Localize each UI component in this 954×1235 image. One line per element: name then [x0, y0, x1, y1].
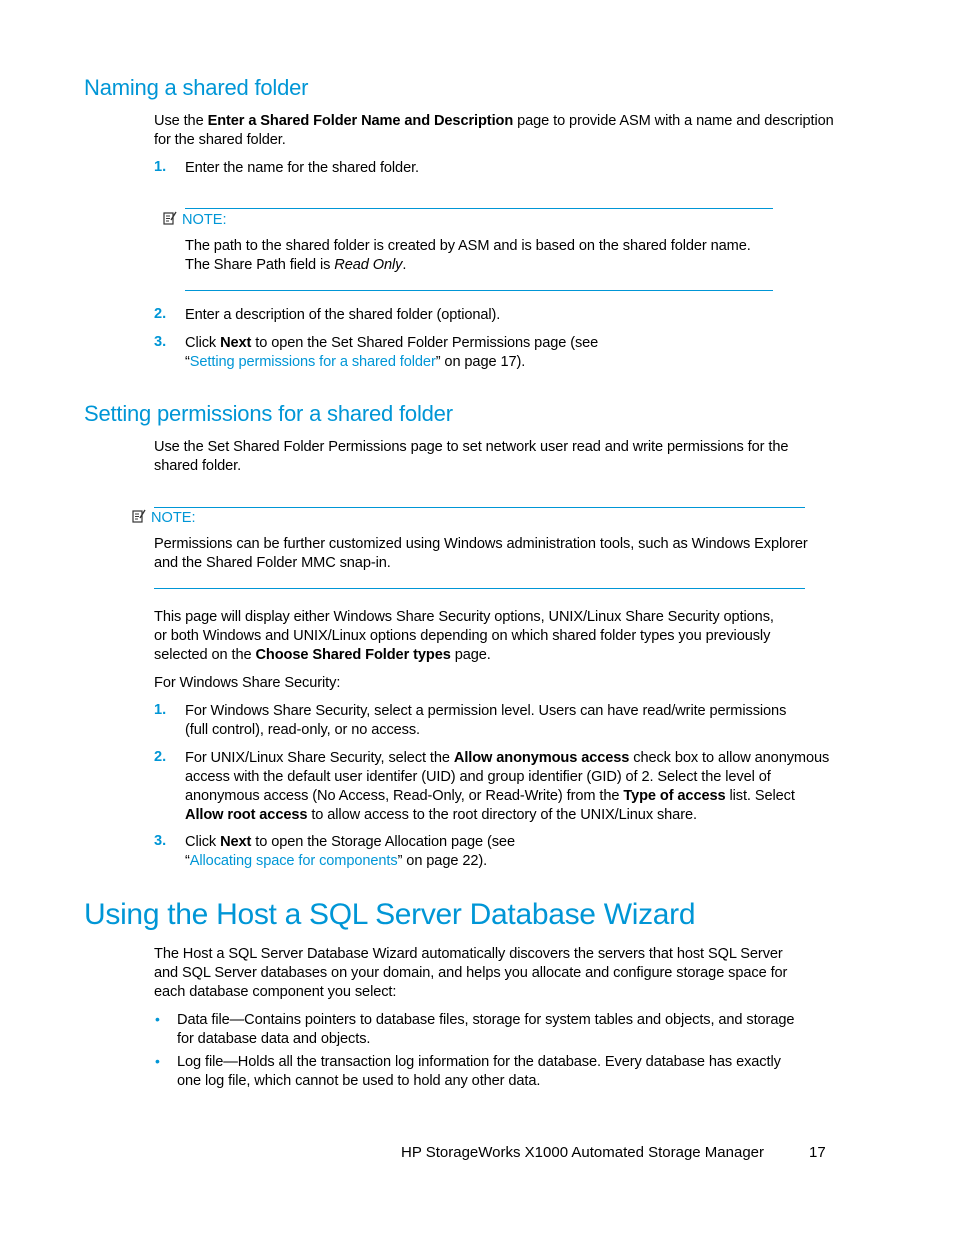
- text: for the shared folder.: [154, 132, 286, 148]
- note-bottom-rule: [154, 588, 805, 589]
- text: anonymous access (No Access, Read-Only, …: [185, 788, 624, 804]
- step-text: For Windows Share Security, select a per…: [185, 702, 845, 740]
- text: (full control), read-only, or no access.: [185, 722, 421, 738]
- text: and SQL Server databases on your domain,…: [154, 965, 788, 981]
- bullet-icon: •: [155, 1053, 160, 1069]
- text: shared folder.: [154, 458, 242, 474]
- text: and the Shared Folder MMC snap-in.: [154, 555, 391, 571]
- note-body: The path to the shared folder is created…: [185, 237, 785, 275]
- text: page to provide ASM with a name and desc…: [513, 113, 834, 129]
- footer-title: HP StorageWorks X1000 Automated Storage …: [401, 1144, 764, 1161]
- text: For UNIX/Linux Share Security, select th…: [185, 750, 454, 766]
- text: list. Select: [725, 788, 795, 804]
- step-number: 2.: [154, 306, 167, 322]
- text: Log file—Holds all the transaction log i…: [177, 1054, 781, 1070]
- ui-term: Allow anonymous access: [453, 750, 630, 766]
- text: The Host a SQL Server Database Wizard au…: [154, 946, 783, 962]
- text: to allow access to the root directory of…: [307, 807, 697, 823]
- step-number: 3.: [154, 833, 167, 849]
- step-number: 1.: [154, 159, 167, 175]
- note-top-rule: [154, 507, 805, 508]
- text: page.: [450, 647, 491, 663]
- text: for database data and objects.: [177, 1031, 371, 1047]
- ui-term: Type of access: [623, 788, 726, 804]
- bullet-text: Data file—Contains pointers to database …: [177, 1011, 847, 1049]
- link-allocating-space[interactable]: Allocating space for components: [190, 853, 398, 869]
- bullet-text: Log file—Holds all the transaction log i…: [177, 1053, 847, 1091]
- step-text: For UNIX/Linux Share Security, select th…: [185, 749, 845, 825]
- heading-naming-shared-folder: Naming a shared folder: [84, 75, 309, 100]
- note-bottom-rule: [185, 290, 773, 291]
- text: to open the Set Shared Folder Permission…: [251, 335, 599, 351]
- section3-intro: The Host a SQL Server Database Wizard au…: [154, 945, 854, 1002]
- for-windows-label: For Windows Share Security:: [154, 675, 341, 691]
- step-text: Click Next to open the Storage Allocatio…: [185, 833, 825, 871]
- text: to open the Storage Allocation page (see: [251, 834, 515, 850]
- text: Use the Set Shared Folder Permissions pa…: [154, 439, 789, 455]
- step-text: Click Next to open the Set Shared Folder…: [185, 334, 825, 372]
- note-top-rule: [185, 208, 773, 209]
- text: ” on page 17).: [435, 354, 526, 370]
- ui-term: Allow root access: [185, 807, 308, 823]
- text: .: [402, 257, 407, 273]
- note-pencil-icon: [132, 509, 146, 523]
- link-setting-permissions[interactable]: Setting permissions for a shared folder: [190, 354, 436, 370]
- ui-term: Next: [220, 834, 252, 850]
- ui-term: Enter a Shared Folder Name and Descripti…: [207, 113, 514, 129]
- section2-intro: Use the Set Shared Folder Permissions pa…: [154, 438, 854, 476]
- note-header: NOTE:: [163, 211, 227, 229]
- text: Click: [185, 834, 221, 850]
- ui-term: Read Only: [334, 257, 403, 273]
- text: each database component you select:: [154, 984, 397, 1000]
- text: For Windows Share Security, select a per…: [185, 703, 787, 719]
- text: or both Windows and UNIX/Linux options d…: [154, 628, 771, 644]
- step-number: 3.: [154, 334, 167, 350]
- text: check box to allow anonymous: [629, 750, 830, 766]
- text: The Share Path field is: [185, 257, 335, 273]
- text: Click: [185, 335, 221, 351]
- text: Permissions can be further customized us…: [154, 536, 808, 552]
- text: selected on the: [154, 647, 256, 663]
- step-text: Enter the name for the shared folder.: [185, 160, 419, 176]
- note-body: Permissions can be further customized us…: [154, 535, 854, 573]
- note-label: NOTE:: [182, 212, 227, 228]
- note-label: NOTE:: [151, 510, 196, 526]
- note-header: NOTE:: [132, 509, 196, 527]
- step-text: Enter a description of the shared folder…: [185, 307, 501, 323]
- text: ” on page 22).: [397, 853, 488, 869]
- text: Use the: [154, 113, 208, 129]
- heading-setting-permissions: Setting permissions for a shared folder: [84, 401, 453, 426]
- ui-term: Choose Shared Folder types: [255, 647, 451, 663]
- heading-host-sql-wizard: Using the Host a SQL Server Database Wiz…: [84, 898, 696, 931]
- ui-term: Next: [220, 335, 252, 351]
- text: This page will display either Windows Sh…: [154, 609, 774, 625]
- text: Data file—Contains pointers to database …: [177, 1012, 795, 1028]
- text: The path to the shared folder is created…: [185, 238, 751, 254]
- text: access with the default user identifer (…: [185, 769, 771, 785]
- section2-paragraph: This page will display either Windows Sh…: [154, 608, 854, 665]
- note-pencil-icon: [163, 211, 177, 225]
- section1-intro: Use the Enter a Shared Folder Name and D…: [154, 112, 854, 150]
- page-number: 17: [809, 1144, 826, 1161]
- step-number: 1.: [154, 702, 167, 718]
- bullet-icon: •: [155, 1011, 160, 1027]
- step-number: 2.: [154, 749, 167, 765]
- text: one log file, which cannot be used to ho…: [177, 1073, 541, 1089]
